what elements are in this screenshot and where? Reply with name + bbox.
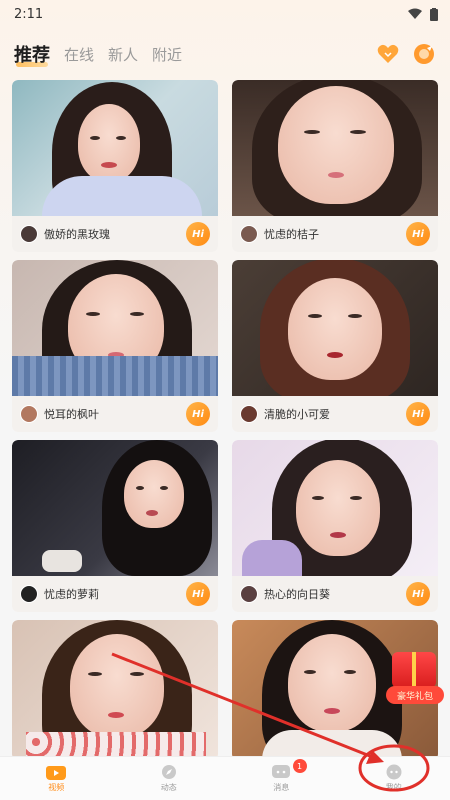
tab-nearby[interactable]: 附近	[152, 44, 182, 65]
avatar[interactable]	[240, 585, 258, 603]
unread-badge: 1	[292, 759, 307, 773]
nav-label: 消息	[273, 783, 290, 792]
avatar[interactable]	[240, 405, 258, 423]
user-name: 热心的向日葵	[264, 588, 330, 601]
user-card[interactable]: 忧虑的萝莉 Hi	[12, 440, 218, 612]
gift-package-badge[interactable]: 豪华礼包	[386, 646, 444, 708]
tab-recommend[interactable]: 推荐	[14, 41, 50, 67]
user-card[interactable]: 悦耳的枫叶 Hi	[12, 260, 218, 432]
compass-icon[interactable]	[412, 42, 436, 66]
profile-icon	[386, 764, 402, 780]
user-photo[interactable]	[12, 620, 218, 760]
user-photo[interactable]	[12, 80, 218, 216]
battery-icon	[430, 7, 438, 21]
nav-profile[interactable]: 我的	[338, 757, 450, 800]
nav-video[interactable]: 视频	[0, 757, 113, 800]
nav-label: 动态	[160, 783, 177, 792]
user-card[interactable]: 傲娇的黑玫瑰 Hi	[12, 80, 218, 252]
hi-button[interactable]: Hi	[186, 222, 210, 246]
user-card[interactable]: 热心的向日葵 Hi	[232, 440, 438, 612]
user-photo[interactable]	[12, 440, 218, 576]
status-time: 2:11	[14, 6, 44, 22]
nav-label: 我的	[385, 783, 402, 792]
user-card[interactable]: 清脆的小可爱 Hi	[232, 260, 438, 432]
nav-label: 视频	[48, 783, 65, 792]
status-bar: 2:11	[0, 0, 450, 28]
user-photo[interactable]	[232, 80, 438, 216]
video-icon	[46, 766, 67, 780]
hi-button[interactable]: Hi	[406, 222, 430, 246]
user-name: 傲娇的黑玫瑰	[44, 228, 110, 241]
wifi-icon	[408, 8, 422, 19]
avatar[interactable]	[240, 225, 258, 243]
gift-package-label: 豪华礼包	[386, 686, 444, 704]
user-photo[interactable]	[232, 440, 438, 576]
avatar[interactable]	[20, 225, 38, 243]
nav-messages[interactable]: 1 消息	[225, 757, 338, 800]
user-name: 忧虑的桔子	[264, 228, 319, 241]
user-photo[interactable]	[232, 260, 438, 396]
tab-newcomer[interactable]: 新人	[108, 44, 138, 65]
hi-button[interactable]: Hi	[186, 402, 210, 426]
heart-match-icon[interactable]	[376, 42, 400, 66]
user-name: 忧虑的萝莉	[44, 588, 99, 601]
user-name: 悦耳的枫叶	[44, 408, 99, 421]
user-card-grid: 傲娇的黑玫瑰 Hi 忧虑的桔子 Hi 悦耳的枫叶 Hi 清脆的小可爱 Hi 忧虑…	[12, 80, 438, 760]
user-name: 清脆的小可爱	[264, 408, 330, 421]
bottom-nav: 视频 动态 1 消息 我的	[0, 756, 450, 800]
nav-moments[interactable]: 动态	[113, 757, 226, 800]
hi-button[interactable]: Hi	[406, 402, 430, 426]
moments-icon	[161, 765, 176, 779]
hi-button[interactable]: Hi	[186, 582, 210, 606]
user-photo[interactable]	[12, 260, 218, 396]
message-icon	[272, 765, 291, 778]
user-card[interactable]	[12, 620, 218, 760]
avatar[interactable]	[20, 405, 38, 423]
avatar[interactable]	[20, 585, 38, 603]
hi-button[interactable]: Hi	[406, 582, 430, 606]
user-card[interactable]: 忧虑的桔子 Hi	[232, 80, 438, 252]
tab-online[interactable]: 在线	[64, 44, 94, 65]
